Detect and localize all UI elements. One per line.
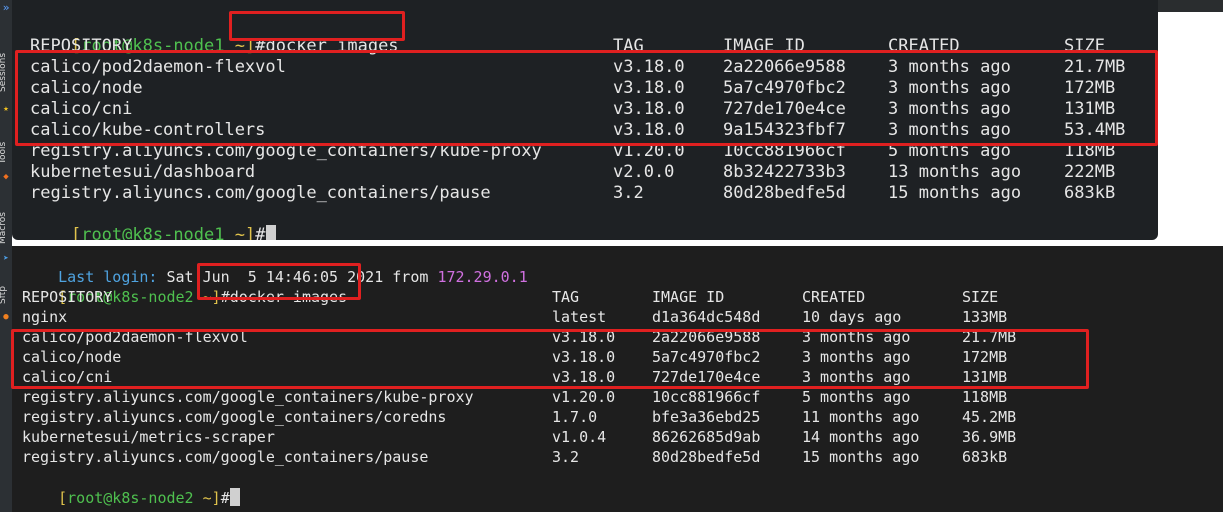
tag-cell: 1.7.0 [552, 408, 598, 426]
side-panel: » Sessions ★ Tools ◆ Macros ➤ Sftp ● [0, 0, 12, 512]
repository-cell: kubernetesui/metrics-scraper [22, 428, 275, 446]
prompt-symbol: # [220, 489, 230, 507]
repository-cell: nginx [22, 308, 68, 326]
prompt-user: root@k8s-node1 [81, 225, 225, 240]
highlight-box-command-2 [197, 263, 361, 300]
cursor [265, 225, 276, 240]
image-id-cell: d1a364dc548d [652, 308, 761, 326]
final-prompt-line: [root@k8s-node2 ~]# [22, 468, 240, 507]
prompt-symbol: # [255, 225, 266, 240]
star-icon[interactable]: ★ [1, 104, 11, 114]
column-header: REPOSITORY [22, 288, 113, 306]
repository-cell: registry.aliyuncs.com/google_containers/… [22, 448, 429, 466]
highlight-box-calico-1 [15, 50, 1158, 146]
sidebar-tab-macros[interactable]: Macros [0, 198, 12, 244]
size-cell: 683kB [962, 448, 1008, 466]
highlight-box-command-1 [229, 11, 405, 41]
cursor [229, 488, 240, 506]
tag-cell: latest [552, 308, 607, 326]
image-id-cell: 80d28bedfe5d [723, 183, 846, 203]
image-id-cell: bfe3a36ebd25 [652, 408, 761, 426]
tag-cell: 3.2 [613, 183, 644, 203]
prompt-path: ~ [234, 225, 245, 240]
tag-cell: v1.0.4 [552, 428, 607, 446]
tag-cell: v1.20.0 [552, 388, 616, 406]
repository-cell: registry.aliyuncs.com/google_containers/… [22, 408, 447, 426]
sidebar-tab-sessions[interactable]: Sessions [0, 40, 12, 92]
column-header: CREATED [802, 288, 866, 306]
column-header: SIZE [962, 288, 999, 306]
sidebar-tab-sftp[interactable]: Sftp [0, 278, 12, 304]
repository-cell: registry.aliyuncs.com/google_containers/… [22, 388, 474, 406]
created-cell: 15 months ago [888, 183, 1022, 203]
image-id-cell: 80d28bedfe5d [652, 448, 761, 466]
prompt-path: ~ [202, 489, 212, 507]
created-cell: 5 months ago [802, 388, 911, 406]
size-cell: 133MB [962, 308, 1008, 326]
size-cell: 45.2MB [962, 408, 1017, 426]
created-cell: 14 months ago [802, 428, 920, 446]
size-cell: 222MB [1064, 162, 1116, 182]
tag-cell: 3.2 [552, 448, 580, 466]
final-prompt-line: [root@k8s-node1 ~]# [30, 204, 276, 240]
created-cell: 11 months ago [802, 408, 920, 426]
tools-icon[interactable]: ◆ [1, 172, 11, 182]
highlight-box-calico-2 [11, 329, 1089, 389]
size-cell: 118MB [962, 388, 1008, 406]
tag-cell: v2.0.0 [613, 162, 675, 182]
image-id-cell: 8b32422733b3 [723, 162, 846, 182]
created-cell: 15 months ago [802, 448, 920, 466]
column-header: IMAGE ID [652, 288, 725, 306]
created-cell: 13 months ago [888, 162, 1022, 182]
sftp-icon[interactable]: ● [1, 312, 11, 322]
last-login-ip: 172.29.0.1 [437, 268, 528, 286]
expand-arrow-icon[interactable]: » [0, 2, 12, 14]
repository-cell: registry.aliyuncs.com/google_containers/… [30, 183, 491, 203]
size-cell: 36.9MB [962, 428, 1017, 446]
send-icon[interactable]: ➤ [1, 254, 11, 264]
column-header: TAG [552, 288, 580, 306]
prompt-user: root@k8s-node2 [67, 489, 194, 507]
size-cell: 683kB [1064, 183, 1116, 203]
image-id-cell: 86262685d9ab [652, 428, 761, 446]
created-cell: 10 days ago [802, 308, 902, 326]
repository-cell: kubernetesui/dashboard [30, 162, 256, 182]
image-id-cell: 10cc881966cf [652, 388, 761, 406]
sidebar-tab-tools[interactable]: Tools [0, 128, 12, 164]
